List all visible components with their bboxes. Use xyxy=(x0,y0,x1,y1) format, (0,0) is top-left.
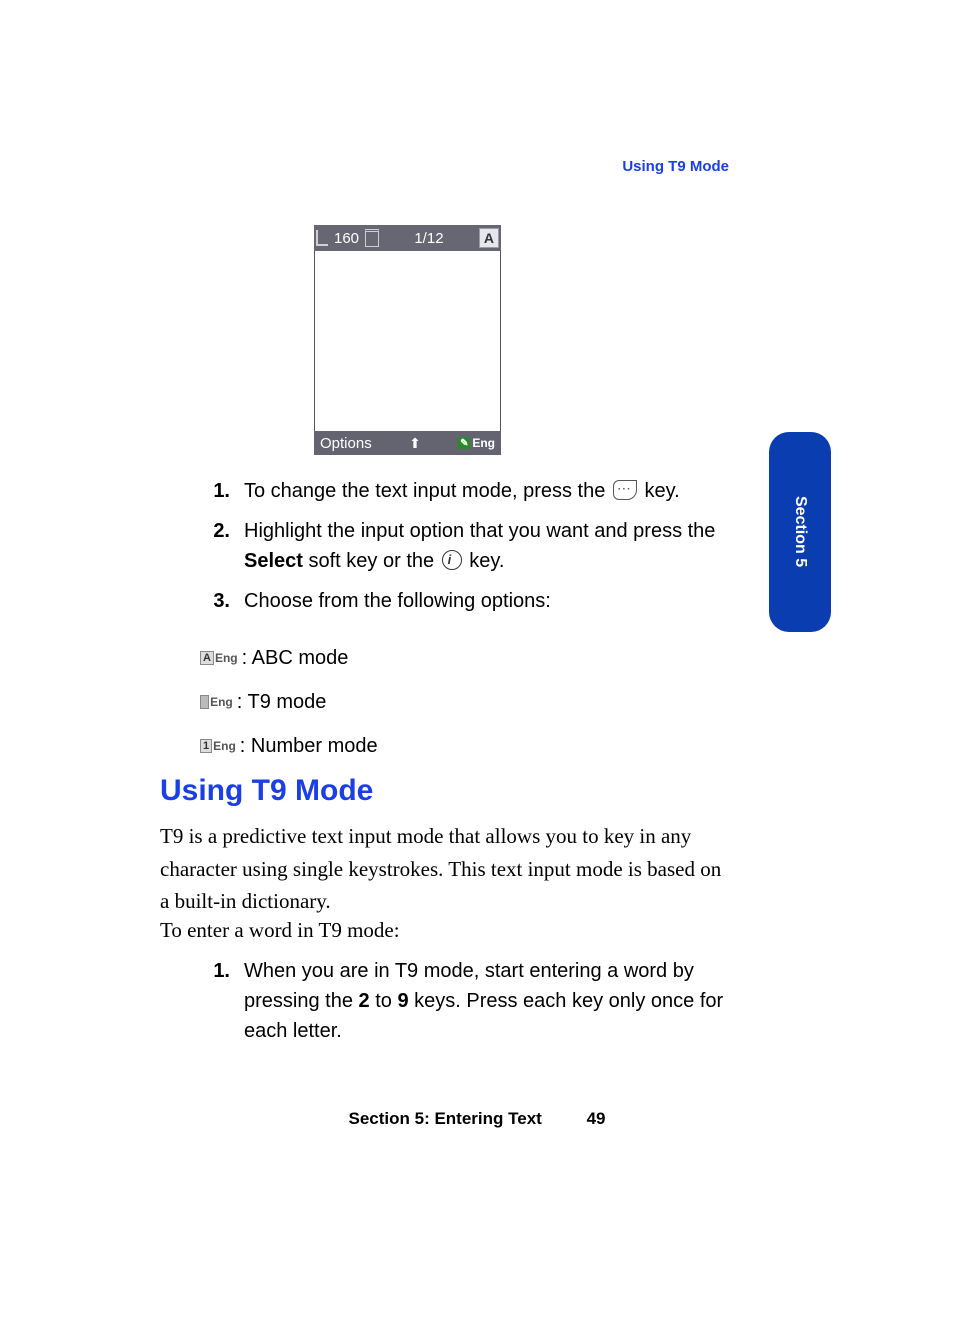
list-item: 1. To change the text input mode, press … xyxy=(208,476,728,506)
phone-screenshot: 160 1/12 A Options ⬆ ✎ Eng xyxy=(314,225,501,455)
left-softkey-label: Options xyxy=(320,435,372,452)
signal-icon xyxy=(316,230,328,246)
phone-softkey-bar: Options ⬆ ✎ Eng xyxy=(314,431,501,455)
number-mode-icon: 1Eng xyxy=(200,733,236,759)
phone-status-bar: 160 1/12 A xyxy=(314,225,501,251)
list-item: 1. When you are in T9 mode, start enteri… xyxy=(208,956,728,1046)
list-item: 2. Highlight the input option that you w… xyxy=(208,516,728,576)
body-paragraph: T9 is a predictive text input mode that … xyxy=(160,820,730,918)
input-mode-indicator: A xyxy=(479,228,499,248)
body-paragraph: To enter a word in T9 mode: xyxy=(160,914,730,947)
page-number: 49 xyxy=(587,1109,606,1129)
char-counter: 160 xyxy=(334,230,359,247)
steps-list-a: 1. To change the text input mode, press … xyxy=(208,476,728,626)
running-head: Using T9 Mode xyxy=(622,158,729,175)
list-item: 3. Choose from the following options: xyxy=(208,586,728,616)
section-side-tab: Section 5 xyxy=(769,432,831,632)
manual-page: Using T9 Mode Section 5 160 1/12 A Optio… xyxy=(0,0,954,1319)
list-item: AEng : ABC mode xyxy=(200,636,720,680)
input-mode-list: AEng : ABC mode Eng : T9 mode 1Eng : Num… xyxy=(200,636,720,768)
softkey-mode-icon: ✎ xyxy=(458,437,470,449)
page-indicator: 1/12 xyxy=(414,230,443,247)
section-tab-label: Section 5 xyxy=(791,496,809,567)
footer-section-label: Section 5: Entering Text xyxy=(349,1109,542,1128)
up-arrow-icon: ⬆ xyxy=(409,435,421,452)
document-icon xyxy=(365,229,379,247)
abc-mode-icon: AEng xyxy=(200,645,238,671)
page-footer: Section 5: Entering Text 49 xyxy=(0,1109,954,1129)
right-softkey-label: ✎ Eng xyxy=(458,436,495,450)
right-softkey-icon xyxy=(613,480,637,500)
section-heading: Using T9 Mode xyxy=(160,774,373,808)
list-item: 1Eng : Number mode xyxy=(200,724,720,768)
ok-key-icon xyxy=(442,550,462,570)
t9-mode-icon: Eng xyxy=(200,689,233,715)
steps-list-b: 1. When you are in T9 mode, start enteri… xyxy=(208,956,728,1056)
list-item: Eng : T9 mode xyxy=(200,680,720,724)
phone-screen-body xyxy=(314,251,501,431)
